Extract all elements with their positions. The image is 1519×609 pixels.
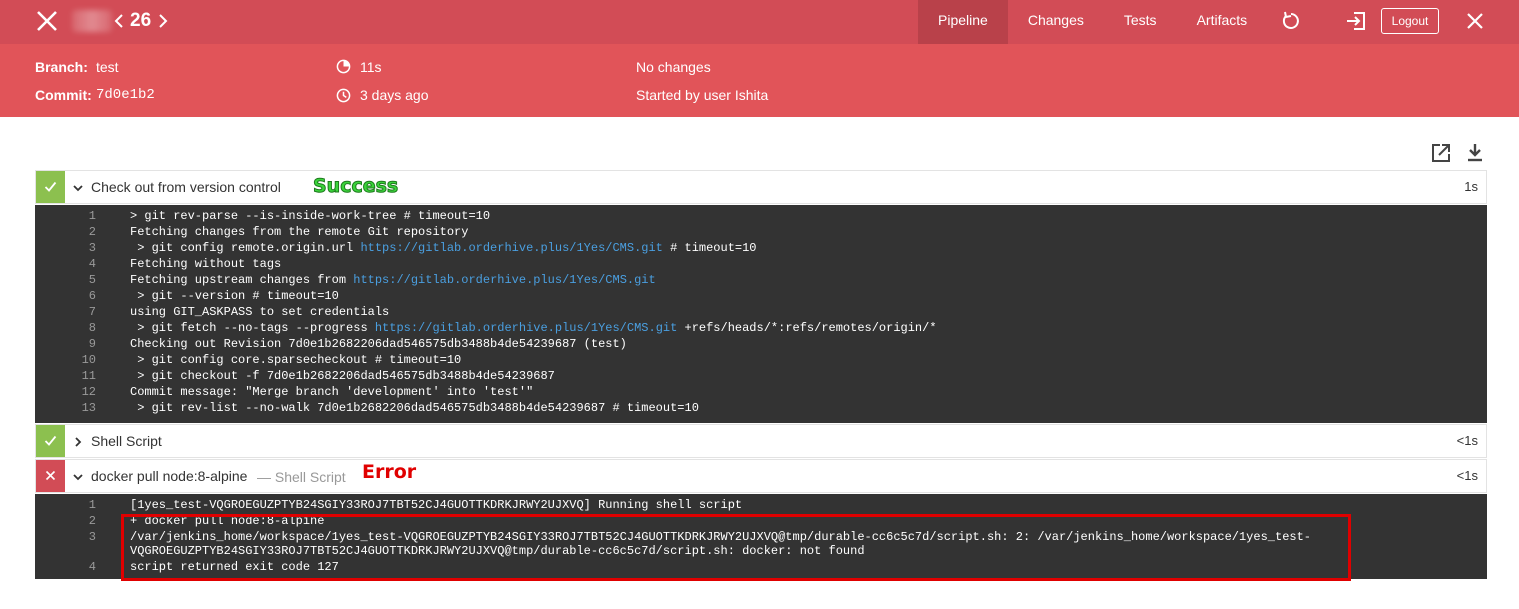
console-log-checkout: 1 > git rev-parse --is-inside-work-tree #…	[35, 205, 1487, 423]
job-name-blurred	[72, 10, 112, 32]
commit-label: Commit:	[35, 87, 92, 103]
stage-status-error	[36, 460, 65, 492]
close-icon[interactable]	[1465, 11, 1485, 31]
stage-status-success	[36, 171, 65, 203]
line-number: 2	[88, 514, 96, 528]
commit-value: 7d0e1b2	[96, 87, 155, 103]
stage-title: docker pull node:8-alpine	[91, 468, 248, 484]
line-text: Fetching upstream changes from https://g…	[130, 273, 656, 287]
line-text: > git rev-parse --is-inside-work-tree # …	[130, 209, 491, 223]
line-number: 9	[88, 337, 96, 351]
branch-value: test	[96, 59, 119, 75]
line-number: 2	[88, 225, 96, 239]
chevron-right-icon[interactable]	[72, 436, 84, 448]
line-text: > git fetch --no-tags --progress https:/…	[130, 321, 937, 335]
repo-link[interactable]: https://gitlab.orderhive.plus/1Yes/CMS.g…	[353, 273, 655, 287]
line-text: Fetching changes from the remote Git rep…	[130, 225, 469, 239]
stage-title: Check out from version control	[91, 179, 281, 195]
error-highlight-box	[121, 514, 1351, 581]
clock-half-icon	[336, 59, 351, 74]
line-number: 1	[88, 209, 96, 223]
logout-button[interactable]: Logout	[1381, 8, 1439, 34]
run-time-ago: 3 days ago	[360, 87, 429, 103]
tab-pipeline[interactable]: Pipeline	[918, 0, 1008, 44]
chevron-right-icon[interactable]	[157, 10, 169, 32]
line-number: 10	[81, 353, 96, 367]
line-text: > git checkout -f 7d0e1b2682206dad546575…	[130, 369, 555, 383]
stage-status-success	[36, 425, 65, 457]
tab-changes[interactable]: Changes	[1008, 0, 1104, 44]
run-summary: Branch: test Commit: 7d0e1b2 11s 3 days …	[0, 44, 1519, 117]
line-text: > git config remote.origin.url https://g…	[130, 241, 757, 255]
tab-tests[interactable]: Tests	[1104, 0, 1177, 44]
stage-duration: <1s	[1456, 468, 1478, 483]
check-icon	[44, 181, 57, 192]
stage-duration: <1s	[1456, 433, 1478, 448]
line-number: 8	[88, 321, 96, 335]
stage-subtitle: — Shell Script	[257, 469, 346, 485]
close-icon[interactable]	[35, 9, 59, 33]
clock-icon	[336, 88, 351, 103]
stage-checkout[interactable]: Check out from version control 1s	[35, 170, 1487, 204]
chevron-down-icon[interactable]	[72, 471, 84, 483]
x-icon	[45, 470, 56, 481]
branch-label: Branch:	[35, 59, 88, 75]
line-number: 4	[88, 257, 96, 271]
stage-duration: 1s	[1464, 179, 1478, 194]
repo-link[interactable]: https://gitlab.orderhive.plus/1Yes/CMS.g…	[375, 321, 677, 335]
line-text: > git --version # timeout=10	[130, 289, 339, 303]
changes-text: No changes	[636, 59, 711, 75]
stage-title: Shell Script	[91, 433, 162, 449]
annotation-success: Success	[312, 175, 399, 198]
line-number: 6	[88, 289, 96, 303]
line-text: > git config core.sparsecheckout # timeo…	[130, 353, 462, 367]
annotation-error: Error	[362, 461, 417, 483]
line-number: 12	[81, 385, 96, 399]
line-number: 5	[88, 273, 96, 287]
line-text: Commit message: "Merge branch 'developme…	[130, 385, 534, 399]
top-bar: 26 Pipeline Changes Tests Artifacts Logo…	[0, 0, 1519, 44]
line-text: Fetching without tags	[130, 257, 282, 271]
line-number: 4	[88, 560, 96, 574]
open-external-icon[interactable]	[1431, 143, 1451, 163]
line-text: > git rev-list --no-walk 7d0e1b2682206da…	[130, 401, 699, 415]
line-number: 7	[88, 305, 96, 319]
chevron-left-icon[interactable]	[113, 10, 125, 32]
line-text: Checking out Revision 7d0e1b2682206dad54…	[130, 337, 627, 351]
replay-icon[interactable]	[1280, 10, 1302, 32]
check-icon	[44, 435, 57, 446]
repo-link[interactable]: https://gitlab.orderhive.plus/1Yes/CMS.g…	[360, 241, 662, 255]
started-by: Started by user Ishita	[636, 87, 769, 103]
run-duration: 11s	[360, 59, 382, 75]
stage-docker-pull[interactable]: docker pull node:8-alpine — Shell Script…	[35, 459, 1487, 493]
download-icon[interactable]	[1466, 143, 1484, 163]
exit-icon[interactable]	[1345, 10, 1367, 32]
line-number: 13	[81, 401, 96, 415]
line-number: 3	[88, 530, 96, 544]
line-number: 11	[81, 369, 96, 383]
line-number: 1	[88, 498, 96, 512]
run-number: 26	[130, 10, 152, 31]
tab-artifacts[interactable]: Artifacts	[1177, 0, 1268, 44]
line-text: [1yes_test-VQGROEGUZPTYB24SGIY33ROJ7TBT5…	[130, 498, 743, 512]
chevron-down-icon[interactable]	[72, 182, 84, 194]
stage-shell-script[interactable]: Shell Script <1s	[35, 424, 1487, 458]
line-text: using GIT_ASKPASS to set credentials	[130, 305, 390, 319]
line-number: 3	[88, 241, 96, 255]
